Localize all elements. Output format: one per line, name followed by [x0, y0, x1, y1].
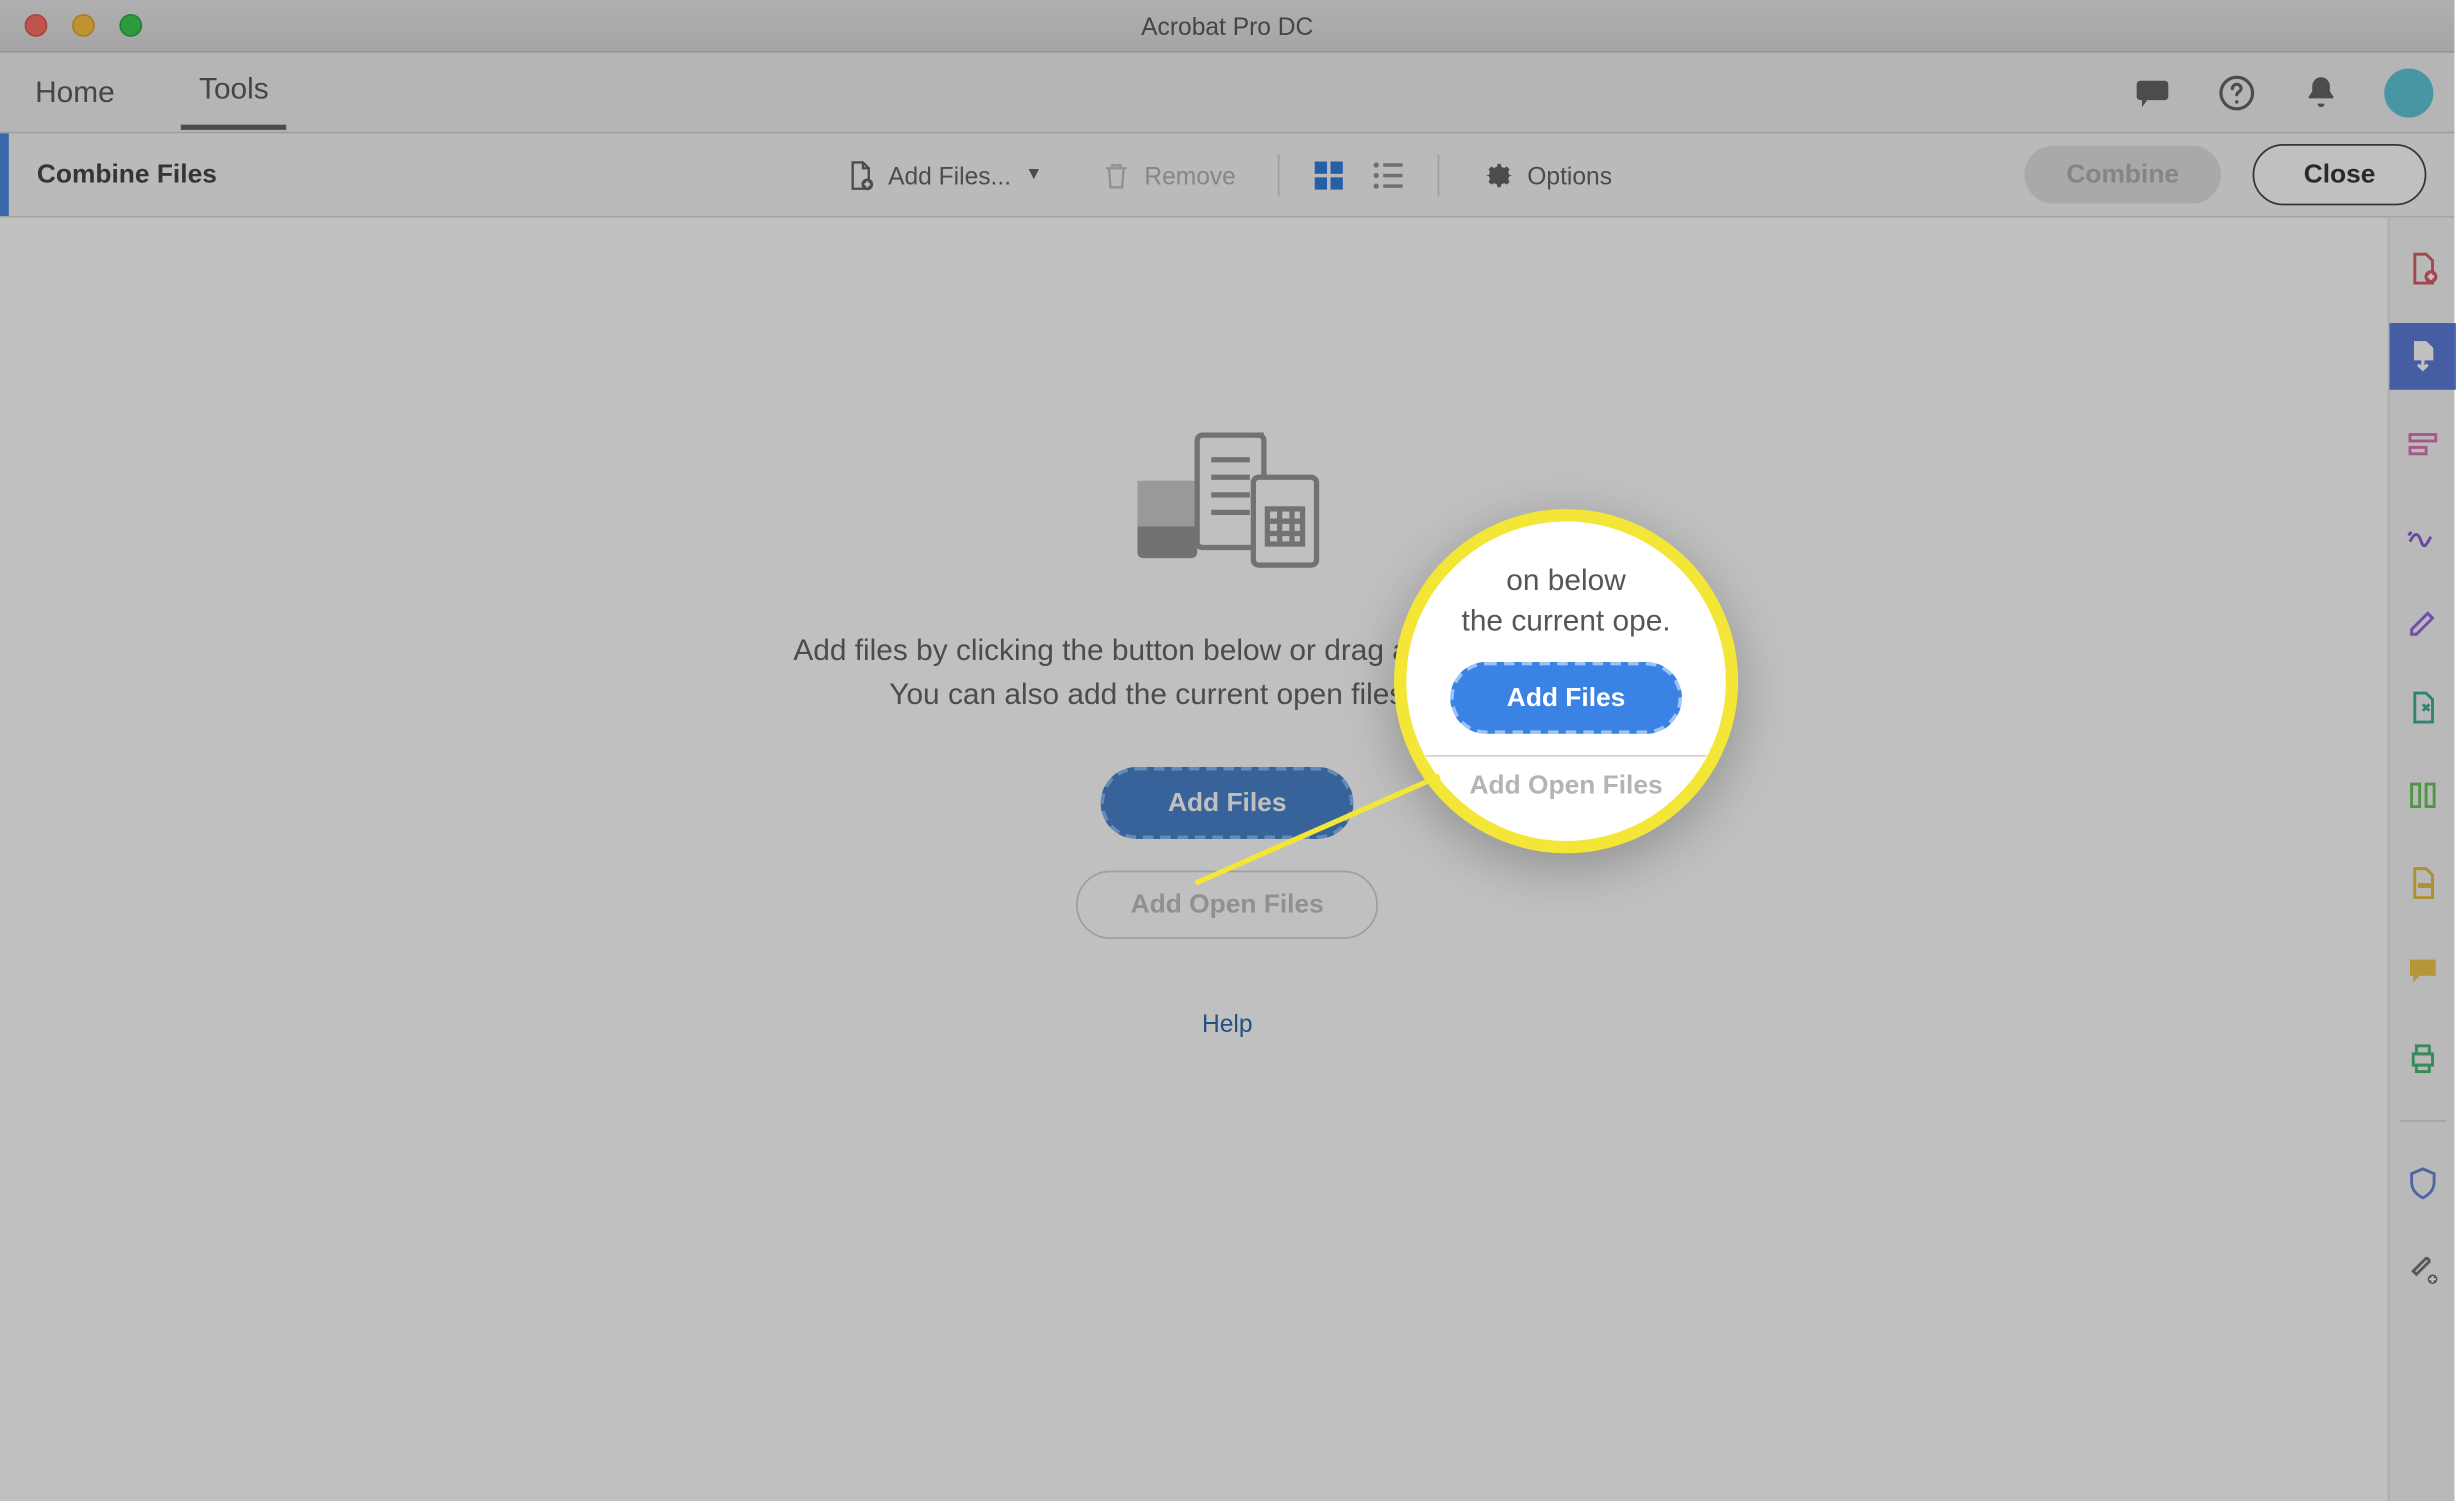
- window-title: Acrobat Pro DC: [1141, 11, 1313, 39]
- titlebar: Acrobat Pro DC: [0, 0, 2454, 53]
- tool-title: Combine Files: [37, 160, 217, 190]
- notifications-icon[interactable]: [2300, 71, 2342, 113]
- separator: [1278, 154, 1280, 196]
- rail-redact[interactable]: [2389, 850, 2456, 917]
- grid-view-icon[interactable]: [1308, 154, 1350, 196]
- gear-icon: [1482, 157, 1517, 192]
- right-tool-rail: [2388, 218, 2455, 1501]
- rail-divider: [2399, 1120, 2445, 1122]
- add-files-button[interactable]: Add Files: [1101, 766, 1353, 838]
- rail-comment[interactable]: [2389, 938, 2456, 1005]
- add-files-dropdown[interactable]: Add Files... ▼: [828, 147, 1056, 203]
- rail-more-tools[interactable]: [2389, 1238, 2456, 1305]
- rail-print[interactable]: [2389, 1025, 2456, 1092]
- profile-avatar[interactable]: [2384, 68, 2433, 117]
- tab-tools[interactable]: Tools: [181, 54, 286, 129]
- rail-organize[interactable]: [2389, 762, 2456, 829]
- close-button[interactable]: Close: [2253, 144, 2427, 205]
- rail-share[interactable]: [2389, 674, 2456, 741]
- combine-button: Combine: [2024, 146, 2221, 204]
- accent-stripe: [0, 133, 9, 216]
- add-open-files-button: Add Open Files: [1076, 870, 1378, 938]
- rail-request-signatures[interactable]: [2389, 499, 2456, 566]
- remove-button: Remove: [1085, 147, 1250, 203]
- empty-state: Add files by clicking the button below o…: [793, 425, 1661, 1036]
- tab-home[interactable]: Home: [18, 57, 133, 127]
- rail-protect[interactable]: [2389, 1150, 2456, 1217]
- rail-edit-pdf[interactable]: [2389, 411, 2456, 478]
- list-view-icon[interactable]: [1368, 154, 1410, 196]
- rail-create-pdf[interactable]: [2389, 235, 2456, 302]
- page-plus-icon: [842, 157, 877, 192]
- separator: [1438, 154, 1440, 196]
- rail-export-pdf[interactable]: [2389, 323, 2456, 390]
- help-link[interactable]: Help: [793, 1009, 1661, 1037]
- chevron-down-icon: ▼: [1025, 165, 1042, 184]
- rail-fill-sign[interactable]: [2389, 586, 2456, 653]
- trash-icon: [1099, 157, 1134, 192]
- window-minimize-dot[interactable]: [72, 14, 95, 37]
- toolbar: Combine Files Add Files... ▼ Remove: [0, 133, 2454, 217]
- help-icon[interactable]: [2216, 71, 2258, 113]
- window-zoom-dot[interactable]: [119, 14, 142, 37]
- top-tab-row: Home Tools: [0, 53, 2454, 134]
- documents-illustration-icon: [1131, 425, 1324, 587]
- chat-icon[interactable]: [2131, 71, 2173, 113]
- window-close-dot[interactable]: [25, 14, 48, 37]
- options-button[interactable]: Options: [1468, 147, 1626, 203]
- main-area: Add files by clicking the button below o…: [0, 218, 2454, 1501]
- instructions-text: Add files by clicking the button below o…: [793, 631, 1661, 718]
